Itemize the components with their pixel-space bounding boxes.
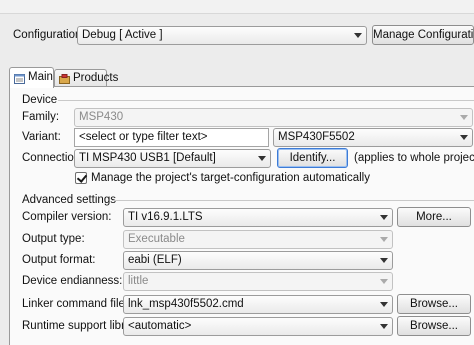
chevron-down-icon: [380, 279, 388, 284]
variant-select[interactable]: MSP430F5502: [273, 128, 473, 147]
compiler-version-select[interactable]: TI v16.9.1.LTS: [123, 208, 393, 227]
output-type-select[interactable]: Executable: [123, 230, 393, 249]
family-select[interactable]: MSP430: [74, 108, 473, 127]
products-tab-icon: [59, 73, 70, 84]
chevron-down-icon: [258, 156, 266, 161]
connection-value: TI MSP430 USB1 [Default]: [79, 152, 216, 164]
tab-products-label: Products: [73, 72, 119, 84]
manage-target-checkbox-label[interactable]: Manage the project's target-configuratio…: [91, 170, 370, 186]
chevron-down-icon: [380, 237, 388, 242]
linker-command-file-label: Linker command file:: [22, 298, 129, 310]
chevron-down-icon: [380, 258, 388, 263]
output-type-label: Output type:: [22, 233, 85, 245]
chevron-down-icon: [380, 302, 388, 307]
chevron-down-icon: [460, 135, 468, 140]
advanced-section-label: Advanced settings: [22, 194, 116, 206]
output-format-value: eabi (ELF): [128, 254, 182, 266]
manage-target-checkbox[interactable]: [75, 172, 87, 184]
device-endianness-select[interactable]: little: [123, 272, 393, 291]
configuration-label: Configuration:: [13, 29, 85, 41]
compiler-version-value: TI v16.9.1.LTS: [128, 211, 203, 223]
compiler-version-label: Compiler version:: [22, 211, 112, 223]
identify-button[interactable]: Identify...: [277, 148, 348, 168]
output-format-label: Output format:: [22, 254, 96, 266]
chevron-down-icon: [380, 215, 388, 220]
variant-value: MSP430F5502: [278, 131, 355, 143]
variant-filter-input[interactable]: <select or type filter text>: [74, 128, 269, 147]
family-label: Family:: [22, 111, 60, 123]
linker-command-file-value: lnk_msp430f5502.cmd: [128, 298, 244, 310]
tab-main[interactable]: Main: [9, 67, 54, 88]
identify-note: (applies to whole project): [354, 152, 474, 164]
tab-products[interactable]: Products: [54, 69, 118, 87]
chevron-down-icon: [354, 33, 362, 38]
chevron-down-icon: [380, 324, 388, 329]
advanced-section-divider: [112, 200, 474, 201]
device-section-divider: [58, 100, 474, 101]
device-section-label: Device: [22, 94, 58, 106]
main-tab-icon: [14, 72, 25, 84]
variant-label: Variant:: [22, 131, 61, 143]
device-endianness-label: Device endianness:: [22, 275, 123, 287]
window-top-strip: [0, 0, 474, 14]
tab-bar: Main Products: [0, 67, 474, 88]
variant-filter-placeholder: <select or type filter text>: [79, 131, 208, 143]
runtime-support-library-select[interactable]: <automatic>: [123, 317, 393, 336]
family-value: MSP430: [79, 111, 124, 123]
output-type-value: Executable: [128, 233, 185, 245]
tab-main-label: Main: [28, 71, 53, 83]
runtime-support-library-value: <automatic>: [128, 320, 192, 332]
chevron-down-icon: [460, 115, 468, 120]
linker-browse-button[interactable]: Browse...: [397, 294, 471, 314]
runtime-browse-button[interactable]: Browse...: [397, 316, 471, 336]
linker-command-file-select[interactable]: lnk_msp430f5502.cmd: [123, 295, 393, 314]
output-format-select[interactable]: eabi (ELF): [123, 251, 393, 270]
connection-select[interactable]: TI MSP430 USB1 [Default]: [74, 149, 271, 168]
manage-configurations-button[interactable]: Manage Configurations...: [372, 25, 474, 45]
more-button[interactable]: More...: [397, 207, 471, 227]
configuration-value: Debug [ Active ]: [82, 29, 163, 41]
configuration-select[interactable]: Debug [ Active ]: [77, 26, 367, 45]
device-endianness-value: little: [128, 275, 149, 287]
